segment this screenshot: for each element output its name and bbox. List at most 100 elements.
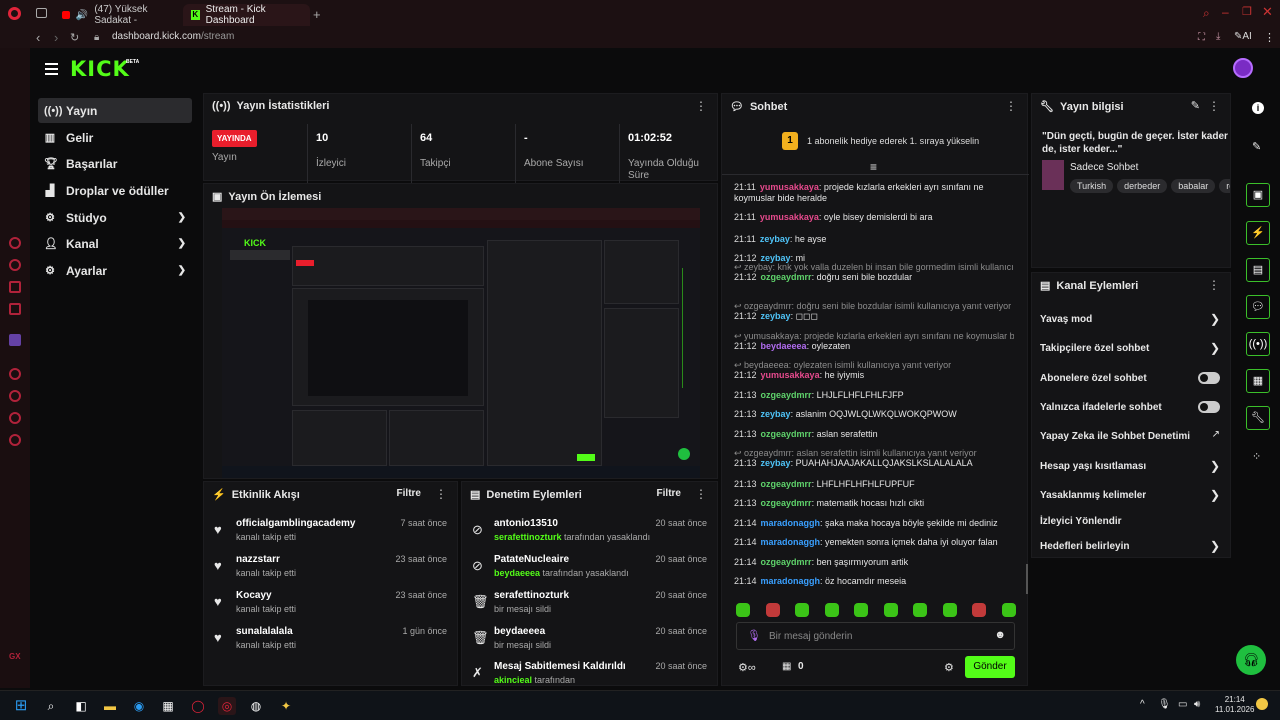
category-name[interactable]: Sadece Sohbet xyxy=(1070,162,1138,173)
username[interactable]: zeybay xyxy=(761,311,791,321)
reply-context[interactable]: ↩ zeybay: knk yok valla duzelen bi insan… xyxy=(734,262,1014,273)
forward-button[interactable]: › xyxy=(54,31,58,45)
chat-message[interactable]: ↩ beydaeeea: oylezaten isimli kullanıcıy… xyxy=(734,360,1014,381)
chat-toggle-icon[interactable]: 💬︎ xyxy=(1246,295,1270,319)
support-button[interactable]: 🎧︎ xyxy=(1236,645,1266,675)
emote[interactable] xyxy=(765,603,780,617)
user-name[interactable]: officialgamblingacademy xyxy=(236,518,355,529)
username[interactable]: zeybay xyxy=(761,409,791,419)
username[interactable]: yumusakkaya xyxy=(761,370,820,380)
username[interactable]: ozgeaydmrr xyxy=(761,272,812,282)
user-name[interactable]: antonio13510 xyxy=(494,518,558,529)
username[interactable]: yumusakkaya xyxy=(760,182,819,192)
microphone-icon[interactable]: 🎙︎ xyxy=(747,629,761,642)
twitch-icon[interactable] xyxy=(9,334,21,346)
chat-message[interactable]: 21:14 ozgeaydmrr: ben şaşırmıyorum artik xyxy=(734,557,1014,568)
chat-message[interactable]: 21:13 ozgeaydmrr: matematik hocası hızlı … xyxy=(734,498,1014,509)
emote[interactable] xyxy=(824,603,839,617)
settings-icon[interactable] xyxy=(9,434,21,446)
tag[interactable]: babalar xyxy=(1171,179,1216,193)
ai-button[interactable]: ✎AI xyxy=(1234,31,1252,42)
app-icon[interactable]: ✦ xyxy=(277,697,295,715)
nav-item-stream[interactable]: ((•)) Yayın xyxy=(38,98,192,123)
store-icon[interactable]: ▦ xyxy=(782,661,791,672)
channel-action-item[interactable]: Abonelere özel sohbet xyxy=(1032,365,1230,393)
info-icon[interactable]: i xyxy=(1252,102,1264,114)
chat-message[interactable]: 21:14 maradonaggh: şaka maka hocaya böyle… xyxy=(734,518,1014,529)
username[interactable]: ozgeaydmrr xyxy=(761,390,812,400)
channel-action-item[interactable]: Hedefleri belirleyin ❯ xyxy=(1032,533,1230,561)
microphone-icon[interactable]: 🎙︎ xyxy=(1158,699,1171,710)
channel-action-item[interactable]: İzleyici Yönlendir xyxy=(1032,508,1230,536)
layout-icon[interactable]: ▦ xyxy=(1246,369,1270,393)
more-options-icon[interactable]: ⋮ xyxy=(1208,99,1220,113)
channel-action-item[interactable]: Takipçilere özel sohbet ❯ xyxy=(1032,335,1230,363)
sidebar-app-icon[interactable] xyxy=(9,281,21,293)
collapse-icon[interactable]: ≡ xyxy=(870,160,877,174)
edit-icon[interactable]: ✎ xyxy=(1191,99,1200,112)
chat-message[interactable]: 21:13 ozgeaydmrr: aslan serafettin xyxy=(734,429,1014,440)
more-options-icon[interactable]: ⋮ xyxy=(1208,278,1220,292)
filter-button[interactable]: Filtre xyxy=(397,488,421,499)
username[interactable]: yumusakkaya xyxy=(760,212,819,222)
sidebar-app-icon[interactable] xyxy=(9,303,21,315)
search-tabs-icon[interactable]: ⌕ xyxy=(1203,6,1210,21)
chat-message[interactable]: 21:11 zeybay: he ayse xyxy=(734,234,1014,245)
user-name[interactable]: PatateNucleaire xyxy=(494,554,569,565)
username[interactable]: zeybay xyxy=(760,234,790,244)
avatar[interactable] xyxy=(1233,58,1253,78)
chat-input[interactable]: 🎙︎ Bir mesaj gönderin ☻ xyxy=(736,622,1015,650)
opera-gx-icon[interactable]: ◎ xyxy=(218,697,236,715)
category-thumbnail[interactable] xyxy=(1042,160,1064,190)
more-options-icon[interactable]: ⋮ xyxy=(435,487,447,501)
volume-icon[interactable]: 🔊︎ xyxy=(1194,699,1200,710)
user-name[interactable]: nazzstarr xyxy=(236,554,280,565)
toggle-switch[interactable] xyxy=(1198,372,1220,384)
log-icon[interactable]: ▤ xyxy=(1246,258,1270,282)
emote[interactable] xyxy=(913,603,927,617)
wrench-icon[interactable]: 🔧︎ xyxy=(1246,406,1270,430)
username[interactable]: beydaeeea xyxy=(761,341,807,351)
username[interactable]: ozgeaydmrr xyxy=(761,429,812,439)
pencil-icon[interactable]: ✎ xyxy=(1252,140,1261,153)
emote[interactable] xyxy=(795,603,809,617)
channel-action-item[interactable]: Yavaş mod ❯ xyxy=(1032,306,1230,334)
sidebar-app-icon[interactable] xyxy=(9,368,21,380)
emote[interactable] xyxy=(942,603,957,617)
channel-action-item[interactable]: Yapay Zeka ile Sohbet Denetimi ↗ xyxy=(1032,423,1230,451)
chat-message[interactable]: ↩ zeybay: knk yok valla duzelen bi insan… xyxy=(734,262,1014,283)
lightning-icon[interactable]: ⚡ xyxy=(1246,221,1270,245)
nav-item-studio[interactable]: ⚙ Stüdyo ❯ xyxy=(38,205,192,230)
nav-item-settings[interactable]: ⚙ Ayarlar ❯ xyxy=(38,258,192,283)
toggle-switch[interactable] xyxy=(1198,401,1220,413)
reply-context[interactable]: ↩ ozgeaydmrr: doğru seni bile bozdular i… xyxy=(734,301,1014,312)
hamburger-menu-icon[interactable] xyxy=(45,63,58,75)
chat-message[interactable]: 21:11 yumusakkaya: projede kızlarla erkek… xyxy=(734,182,1014,204)
user-name[interactable]: serafettinozturk xyxy=(494,590,569,601)
moderator-name[interactable]: akincieal xyxy=(494,675,532,685)
channel-action-item[interactable]: Hesap yaşı kısıtlaması ❯ xyxy=(1032,453,1230,481)
reply-context[interactable]: ↩ beydaeeea: oylezaten isimli kullanıcıy… xyxy=(734,360,1014,371)
username[interactable]: ozgeaydmrr xyxy=(761,498,812,508)
clock[interactable]: 21:14 11.01.2026 xyxy=(1215,695,1254,715)
back-button[interactable]: ‹ xyxy=(36,31,40,45)
emote[interactable] xyxy=(736,603,750,617)
emote[interactable] xyxy=(1001,603,1016,617)
chat-message[interactable]: ↩ yumusakkaya: projede kızlarla erkekler… xyxy=(734,331,1014,352)
task-view-icon[interactable]: ◧ xyxy=(72,697,90,715)
username[interactable]: ozgeaydmrr xyxy=(761,557,812,567)
reply-context[interactable]: ↩ ozgeaydmrr: aslan serafettin isimli ku… xyxy=(734,448,1014,459)
reload-button[interactable]: ↻ xyxy=(70,31,79,45)
tab-youtube[interactable]: 🔊 (47) Yüksek Sadakat - xyxy=(54,4,180,26)
chat-message[interactable]: 21:13 ozgeaydmrr: LHFLHFLHFHLFUPFUF xyxy=(734,479,1014,490)
broadcast-icon[interactable]: ((•)) xyxy=(1246,332,1270,356)
username[interactable]: maradonaggh xyxy=(761,576,821,586)
username[interactable]: maradonaggh xyxy=(761,537,821,547)
tab-list-icon[interactable] xyxy=(36,8,47,18)
username[interactable]: zeybay xyxy=(761,458,791,468)
username[interactable]: maradonaggh xyxy=(761,518,821,528)
chat-message[interactable]: 21:14 maradonaggh: yemekten sonra içmek d… xyxy=(734,537,1014,548)
chat-message[interactable]: 21:11 yumusakkaya: oyle bisey demislerdi … xyxy=(734,212,1014,223)
chat-message[interactable]: ↩ ozgeaydmrr: doğru seni bile bozdular i… xyxy=(734,301,1014,322)
moderator-name[interactable]: serafettinozturk xyxy=(494,532,562,542)
